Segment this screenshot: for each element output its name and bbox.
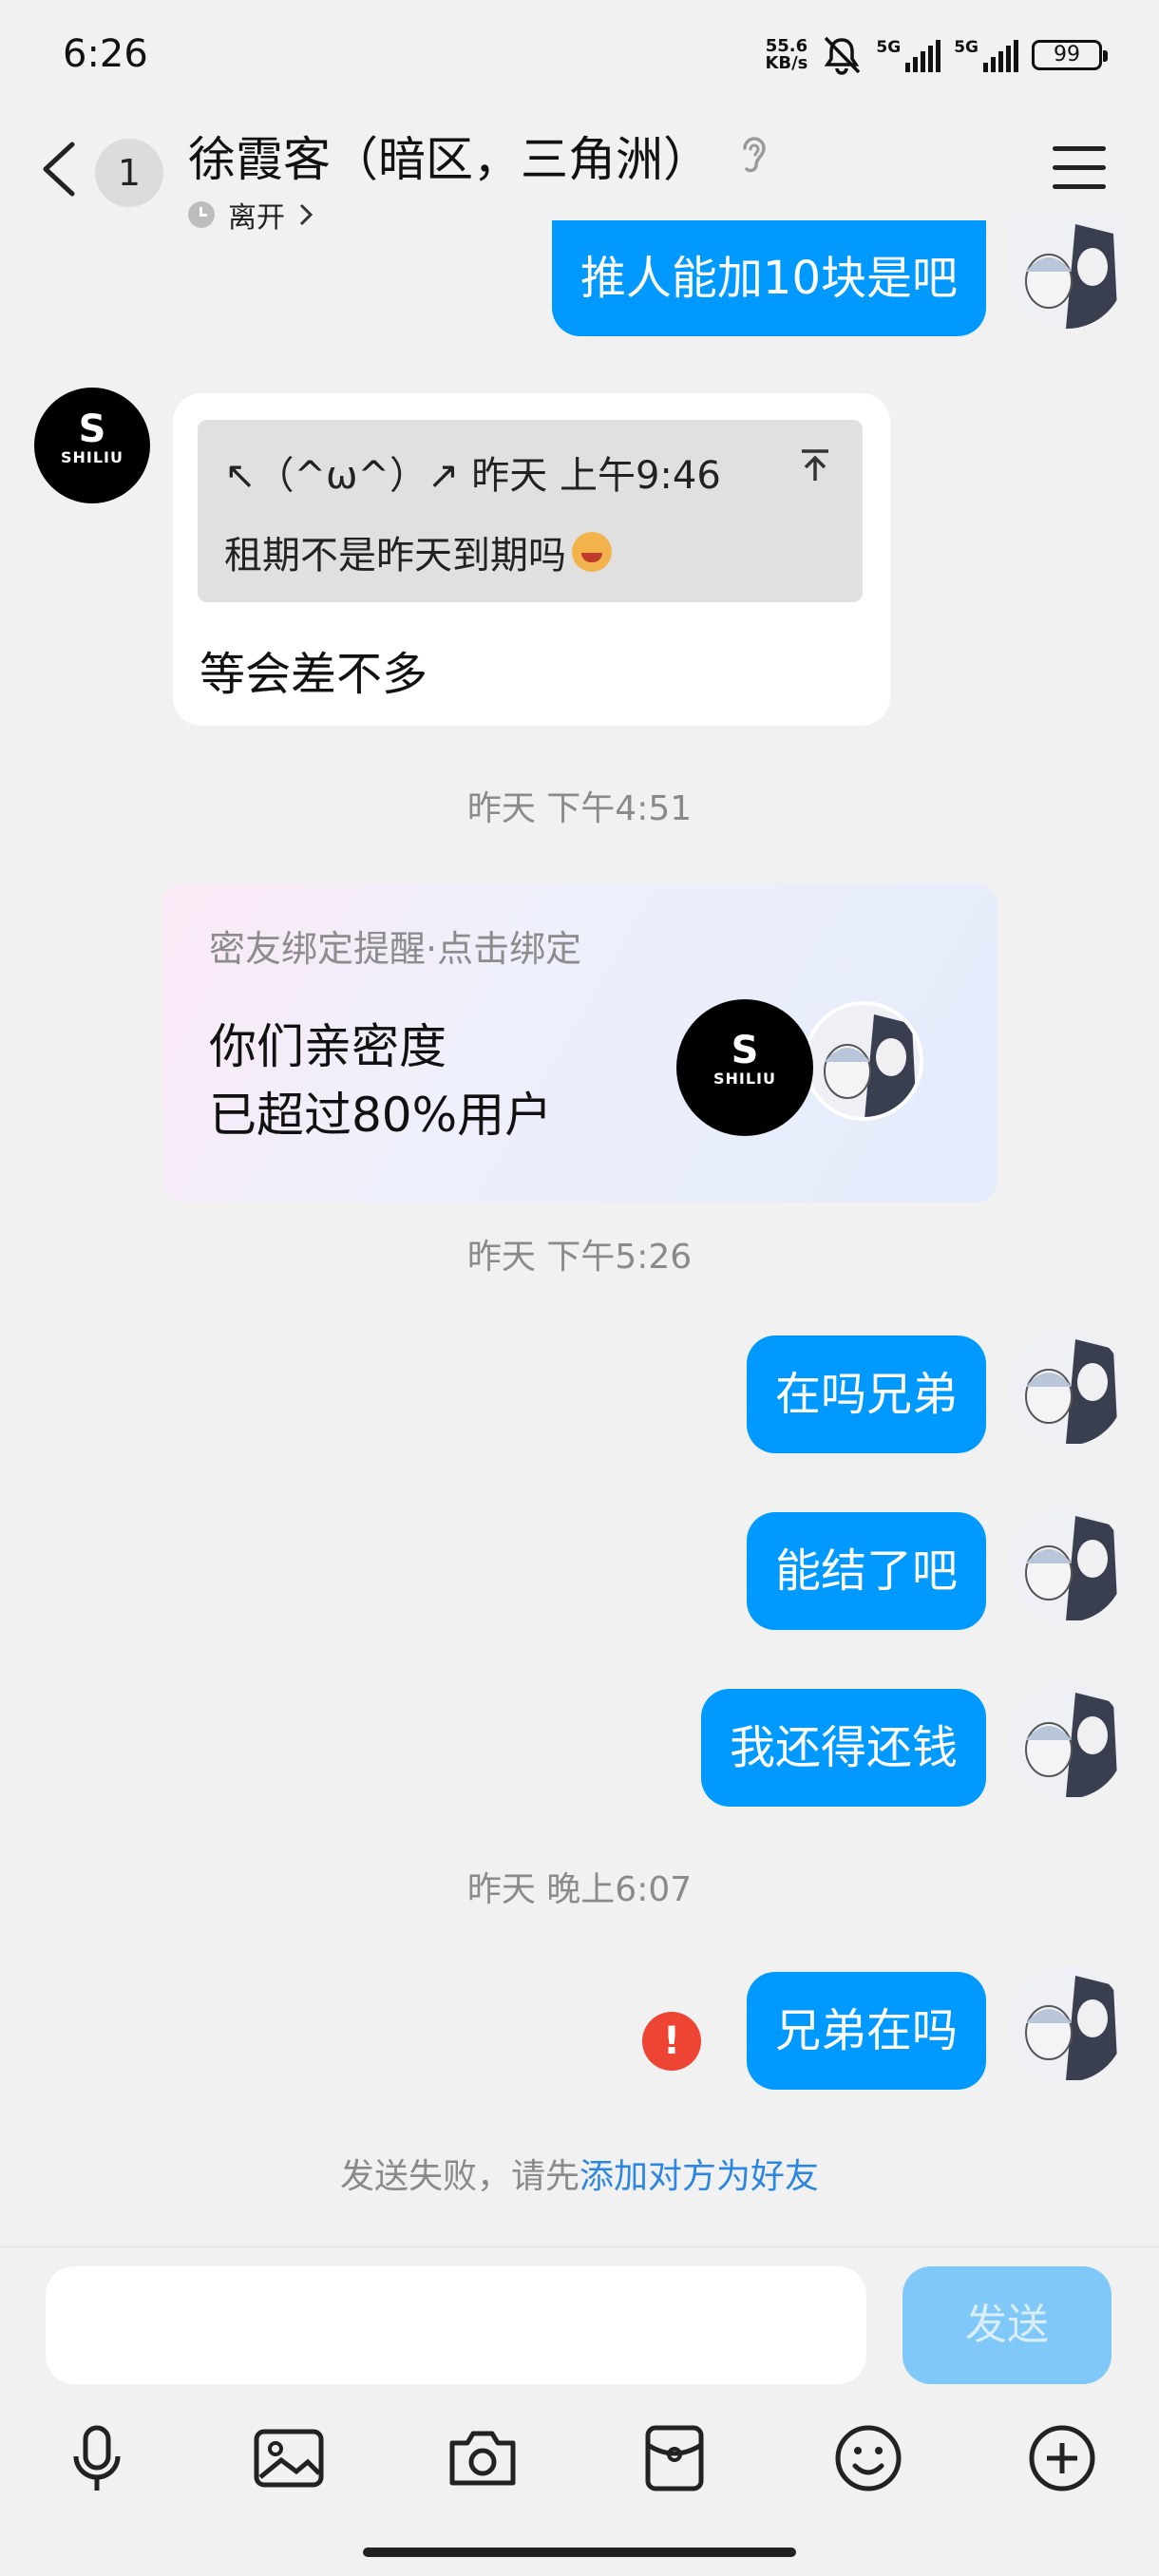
- arrow-up-icon[interactable]: [796, 446, 834, 484]
- presence-label: 离开: [228, 201, 285, 235]
- clock-icon: [188, 201, 215, 228]
- user-avatar-icon: [1009, 1330, 1125, 1446]
- send-failed-notice: 发送失败，请先添加对方为好友: [339, 2157, 820, 2196]
- signal-sim2-icon: 5G: [954, 38, 1018, 72]
- user-avatar-icon: [1009, 1506, 1125, 1622]
- message-bubble-outgoing[interactable]: 在吗兄弟: [746, 1335, 986, 1453]
- avatar: [804, 1001, 923, 1121]
- card-body: 你们亲密度 已超过80%用户: [209, 1019, 553, 1143]
- emoji-icon: [572, 532, 612, 572]
- send-failed-icon[interactable]: !: [642, 2012, 701, 2071]
- timestamp: 昨天 下午5:26: [466, 1238, 693, 1277]
- message-bubble-outgoing[interactable]: 兄弟在吗: [746, 1972, 986, 2090]
- avatar[interactable]: [1009, 1506, 1125, 1622]
- camera-icon[interactable]: [445, 2420, 521, 2496]
- mic-icon[interactable]: [59, 2420, 135, 2496]
- user-avatar-icon: [1009, 215, 1125, 329]
- message-input[interactable]: [46, 2266, 866, 2384]
- chat-title[interactable]: 徐霞客（暗区，三角洲）: [188, 122, 711, 190]
- avatar[interactable]: S SHILIU: [34, 388, 150, 503]
- net-speed: 55.6 KB/s: [765, 36, 808, 73]
- chevron-right-icon: [299, 203, 314, 226]
- user-avatar-icon: [1009, 1683, 1125, 1799]
- image-icon[interactable]: [251, 2420, 327, 2496]
- avatar[interactable]: [1009, 1330, 1125, 1446]
- battery-icon: 99: [1032, 40, 1108, 70]
- message-bubble-outgoing[interactable]: 能结了吧: [746, 1512, 986, 1630]
- timestamp: 昨天 晚上6:07: [466, 1870, 693, 1909]
- avatar: S SHILIU: [676, 999, 813, 1136]
- send-button[interactable]: 发送: [902, 2266, 1112, 2384]
- signal-sim1-icon: 5G: [876, 38, 941, 72]
- back-icon[interactable]: [40, 141, 78, 198]
- unread-count-badge[interactable]: 1: [95, 139, 163, 207]
- status-time: 6:26: [63, 32, 148, 76]
- menu-icon[interactable]: [1053, 146, 1106, 190]
- card-title[interactable]: 密友绑定提醒·点击绑定: [209, 919, 581, 972]
- ear-icon[interactable]: [737, 133, 771, 177]
- avatar[interactable]: [1009, 215, 1125, 329]
- plus-icon[interactable]: [1024, 2420, 1100, 2496]
- quoted-message-body: 租期不是昨天到期吗: [224, 524, 612, 579]
- red-packet-icon[interactable]: [636, 2420, 712, 2496]
- avatar[interactable]: [1009, 1683, 1125, 1799]
- add-friend-link[interactable]: 添加对方为好友: [580, 2157, 819, 2196]
- avatar[interactable]: [1009, 1966, 1125, 2082]
- presence-status[interactable]: 离开: [188, 194, 314, 236]
- bell-muted-icon: [825, 36, 861, 75]
- message-bubble-outgoing[interactable]: 推人能加10块是吧: [551, 220, 986, 336]
- timestamp: 昨天 下午4:51: [466, 789, 693, 828]
- status-icons: 55.6 KB/s 5G 5G 99: [765, 34, 1108, 76]
- user-avatar-icon: [1009, 1966, 1125, 2082]
- emoji-icon[interactable]: [830, 2420, 906, 2496]
- quoted-message-header: ↖（^ω^）↗ 昨天 上午9:46: [224, 454, 721, 498]
- message-text: 等会差不多: [200, 648, 428, 701]
- message-bubble-outgoing[interactable]: 我还得还钱: [700, 1689, 986, 1807]
- home-indicator[interactable]: [363, 2548, 796, 2557]
